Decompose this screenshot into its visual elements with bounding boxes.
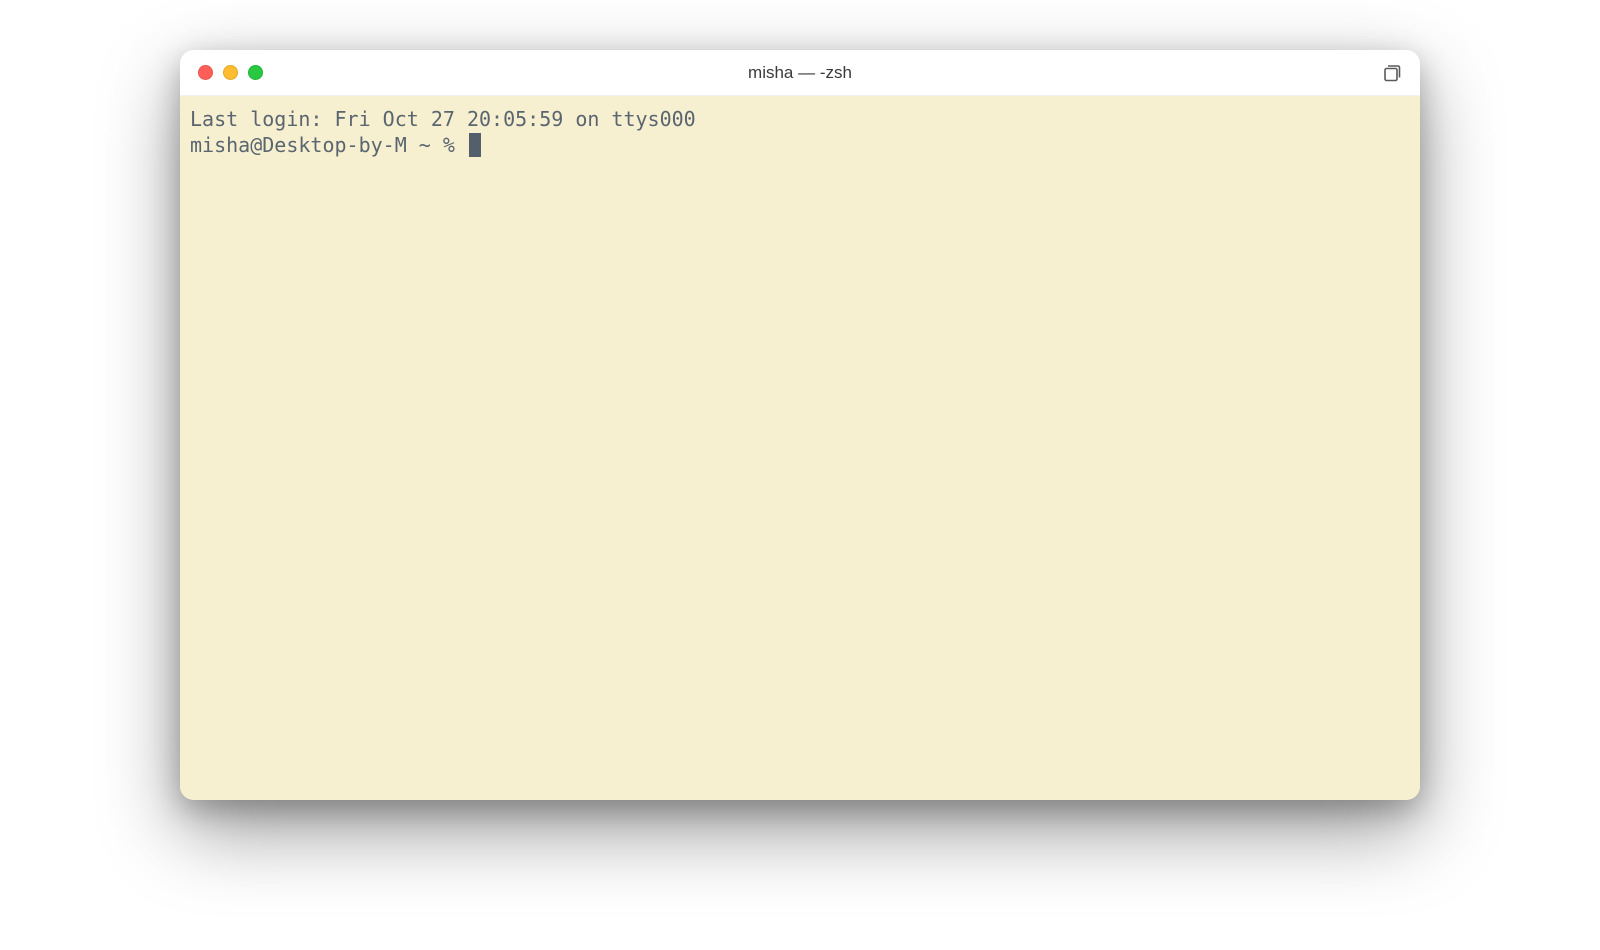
maximize-button[interactable] xyxy=(248,65,263,80)
terminal-body[interactable]: Last login: Fri Oct 27 20:05:59 on ttys0… xyxy=(180,96,1420,800)
cursor-block xyxy=(469,133,481,157)
window-titlebar[interactable]: misha — -zsh xyxy=(180,50,1420,96)
prompt-line: misha@Desktop-by-M ~ % xyxy=(190,132,1410,158)
titlebar-right xyxy=(1382,63,1402,83)
new-tab-icon[interactable] xyxy=(1382,63,1402,83)
close-button[interactable] xyxy=(198,65,213,80)
minimize-button[interactable] xyxy=(223,65,238,80)
last-login-line: Last login: Fri Oct 27 20:05:59 on ttys0… xyxy=(190,106,1410,132)
shell-prompt: misha@Desktop-by-M ~ % xyxy=(190,132,467,158)
terminal-window: misha — -zsh Last login: Fri Oct 27 20:0… xyxy=(180,50,1420,800)
window-title: misha — -zsh xyxy=(748,63,852,83)
traffic-lights xyxy=(198,65,263,80)
